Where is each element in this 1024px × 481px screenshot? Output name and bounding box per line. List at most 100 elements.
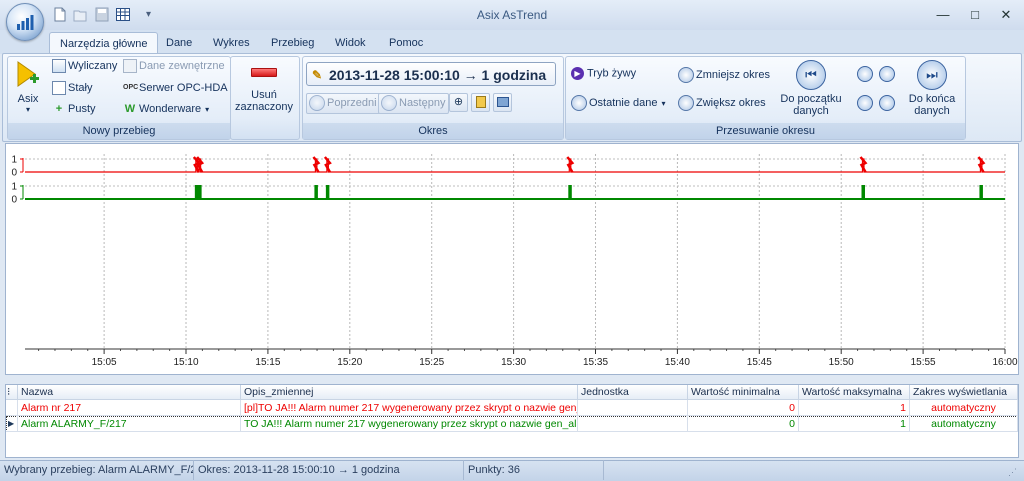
x-tick-label: 15:15 [255,357,280,368]
x-tick-label: 15:35 [583,357,608,368]
series-unit[interactable] [578,400,688,416]
previous-button[interactable]: Poprzedni [306,93,381,114]
series-range[interactable]: automatyczny [910,400,1018,416]
last-data-label: Ostatnie dane [589,96,658,109]
decrease-period-button[interactable]: Zmniejsz okres [678,67,770,83]
to-end-line2: danych [914,105,950,117]
alarm-marker [859,156,868,173]
x-tick-label: 15:25 [419,357,444,368]
tab-data[interactable]: Dane [156,32,202,54]
to-end-line1: Do końca [908,93,956,105]
series-description[interactable]: TO JA!!! Alarm numer 217 wygenerowany pr… [241,416,578,432]
computed-button[interactable]: Wyliczany [52,59,117,73]
increase-period-button[interactable]: Zwiększ okres [678,95,766,111]
column-header-name[interactable]: Nazwa [18,385,241,400]
to-end-button[interactable]: ⏭ Do końca danych [902,60,962,117]
asix-dropdown-icon: ▾ [25,105,30,114]
external-data-button[interactable]: Dane zewnętrzne [123,59,225,73]
trend-chart[interactable]: 15:05 15:10 15:15 15:20 15:25 15:30 15:35 15:40… [5,143,1019,375]
computed-label: Wyliczany [68,59,118,72]
live-mode-button[interactable]: ▶ Tryb żywy [571,67,636,80]
period-selector[interactable]: ✎ 2013-11-28 15:00:10 → 1 godzina [306,62,556,86]
zoom-out-clock-icon [678,95,694,111]
calendar-button[interactable] [471,93,490,112]
live-mode-label: Tryb żywy [587,67,637,80]
to-start-line1: Do początku [780,93,842,105]
tab-chart[interactable]: Wykres [203,32,260,54]
camera-icon [496,97,509,107]
series-min[interactable]: 0 [688,416,799,432]
series-name[interactable]: Alarm ALARMY_F/217 [18,416,241,432]
opc-server-icon: OPC [123,84,139,91]
minimize-button[interactable]: — [930,5,956,25]
row-selector-header: ⁝ [6,385,18,400]
opc-hda-button[interactable]: OPCSerwer OPC-HDA [123,81,228,95]
table-row[interactable]: Alarm nr 217 [pl]TO JA!!! Alarm numer 21… [6,400,1018,416]
delete-selected-button[interactable]: Usuń zaznaczony [232,60,296,120]
asix-button[interactable]: Asix ▾ [13,60,43,116]
link-period-button[interactable]: ⊕ [449,93,468,112]
tab-help[interactable]: Pomoc [379,32,433,54]
maximize-button[interactable]: □ [962,5,988,25]
wonderware-button[interactable]: W Wonderware ▾ [123,102,209,116]
forward-clock-icon: ⏭ [917,60,947,90]
computed-series-icon [52,59,66,73]
step-forward-icon[interactable] [879,66,895,82]
chart-bars-icon [17,15,34,30]
previous-icon [309,95,325,112]
tab-view[interactable]: Widok [325,32,376,54]
series-name[interactable]: Alarm nr 217 [18,400,241,416]
last-data-dropdown-icon: ▾ [661,98,666,108]
page-forward-icon[interactable] [879,95,895,111]
close-button[interactable]: ✕ [993,5,1019,25]
column-header-range[interactable]: Zakres wyświetlania [910,385,1018,400]
row-selector[interactable] [6,400,18,416]
column-header-unit[interactable]: Jednostka [578,385,688,400]
group-new-series-label: Nowy przebieg [8,123,230,139]
series-description[interactable]: [pl]TO JA!!! Alarm numer 217 wygenerowan… [241,400,578,416]
page-back-icon[interactable] [857,95,873,111]
series-min[interactable]: 0 [688,400,799,416]
constant-series-icon [52,81,66,95]
series-max[interactable]: 1 [799,400,910,416]
increase-label: Zwiększ okres [696,96,766,109]
series-unit[interactable] [578,416,688,432]
status-points: Punkty: 36 [464,460,604,480]
column-header-min[interactable]: Wartość minimalna [688,385,799,400]
wonderware-label: Wonderware [139,102,202,115]
link-icon: ⊕ [453,96,464,108]
opc-hda-label: Serwer OPC-HDA [139,81,228,94]
group-shift-label: Przesuwanie okresu [566,123,965,139]
step-back-icon[interactable] [857,66,873,82]
next-icon [381,95,397,112]
x-tick-label: 15:05 [92,357,117,368]
delete-label-line1: Usuń [251,89,277,101]
column-header-max[interactable]: Wartość maksymalna [799,385,910,400]
series-max[interactable]: 1 [799,416,910,432]
clipboard-icon [475,96,486,108]
empty-button[interactable]: + Pusty [52,102,96,116]
status-selected-series: Wybrany przebieg: Alarm ALARMY_F/2 [0,460,194,480]
snapshot-button[interactable] [493,93,512,112]
next-button[interactable]: Następny [378,93,450,114]
previous-label: Poprzedni [327,97,377,109]
tab-home[interactable]: Narzędzia główne [49,32,159,55]
y-tick-label: 1 [11,155,17,166]
series-line [25,185,1005,200]
empty-label: Pusty [68,102,96,115]
resize-grip-icon[interactable]: ⋰ [1008,466,1020,478]
delete-label-line2: zaznaczony [234,101,294,113]
alarm-marker [566,156,575,173]
column-header-description[interactable]: Opis_zmiennej [241,385,578,400]
trend-chart-svg: 15:05 15:10 15:15 15:20 15:25 15:30 15:35 15:40… [11,154,1018,368]
app-menu-button[interactable] [6,3,44,41]
series-range[interactable]: automatyczny [910,416,1018,432]
table-row[interactable]: ▶ Alarm ALARMY_F/217 TO JA!!! Alarm nume… [6,416,1018,432]
last-data-button[interactable]: Ostatnie dane ▾ [571,95,666,111]
x-tick-label: 15:30 [501,357,526,368]
to-start-button[interactable]: ⏮ Do początku danych [778,60,844,117]
constant-button[interactable]: Stały [52,81,92,95]
current-row-arrow-icon[interactable]: ▶ [6,416,18,432]
tab-series[interactable]: Przebieg [261,32,324,54]
x-tick-label: 15:20 [337,357,362,368]
